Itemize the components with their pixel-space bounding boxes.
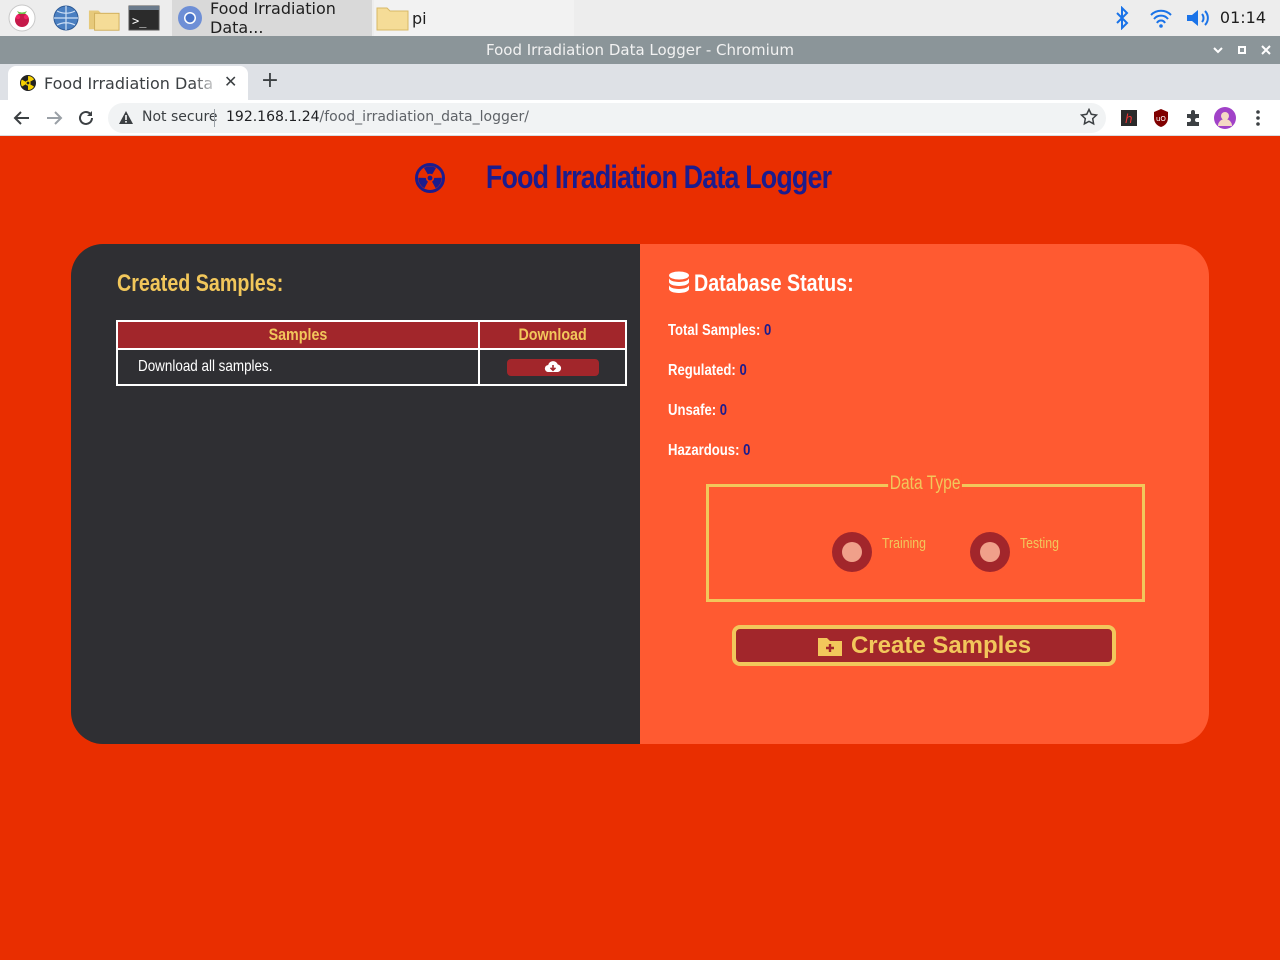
folder-plus-icon bbox=[817, 637, 842, 656]
wifi-icon[interactable] bbox=[1148, 0, 1174, 36]
extension-h-icon[interactable]: h bbox=[1118, 107, 1140, 129]
radio-training[interactable] bbox=[832, 532, 872, 572]
samples-table: Samples Download Download all samples. bbox=[115, 320, 627, 386]
download-cell bbox=[478, 348, 627, 386]
url-divider bbox=[214, 109, 215, 127]
stat-value: 0 bbox=[739, 362, 747, 379]
column-header-samples: Samples bbox=[115, 320, 481, 350]
table-header-row: Samples Download bbox=[115, 320, 627, 350]
browser-tab[interactable]: Food Irradiation Data Logger ✕ bbox=[8, 66, 248, 100]
new-tab-button[interactable]: + bbox=[258, 66, 282, 96]
address-bar[interactable]: Not secure 192.168.1.24/food_irradiation… bbox=[108, 103, 1106, 133]
chromium-icon bbox=[176, 4, 204, 32]
web-page: Food Irradiation Data Logger Created Sam… bbox=[0, 137, 1280, 960]
back-button[interactable] bbox=[8, 104, 36, 132]
tab-close-icon[interactable]: ✕ bbox=[224, 72, 237, 91]
close-window-icon[interactable] bbox=[1254, 36, 1278, 64]
maximize-icon[interactable] bbox=[1230, 36, 1254, 64]
window-title: Food Irradiation Data Logger - Chromium bbox=[486, 41, 794, 59]
minimize-icon[interactable] bbox=[1206, 36, 1230, 64]
page-header: Food Irradiation Data Logger bbox=[0, 159, 1280, 196]
database-icon bbox=[668, 271, 690, 297]
stat-unsafe: Unsafe: 0 bbox=[668, 402, 728, 419]
tab-title: Food Irradiation Data Logger bbox=[44, 74, 220, 93]
security-label[interactable]: Not secure bbox=[142, 109, 218, 125]
volume-icon[interactable] bbox=[1184, 0, 1214, 36]
clock: 01:14 bbox=[1219, 8, 1266, 27]
data-type-fieldset: Data Type Training Testing bbox=[706, 473, 1145, 602]
table-row: Download all samples. bbox=[115, 348, 627, 386]
radiation-icon bbox=[415, 162, 446, 193]
extensions-puzzle-icon[interactable] bbox=[1182, 107, 1204, 129]
browser-toolbar: Not secure 192.168.1.24/food_irradiation… bbox=[0, 100, 1280, 136]
os-taskbar: >_ Food Irradiation Data... pi 01:14 bbox=[0, 0, 1280, 37]
terminal-icon[interactable]: >_ bbox=[128, 2, 160, 34]
taskbar-task-chromium[interactable]: Food Irradiation Data... bbox=[172, 0, 372, 37]
main-card: Created Samples: Samples Download Downlo… bbox=[71, 244, 1209, 744]
stat-value: 0 bbox=[743, 442, 751, 459]
reload-button[interactable] bbox=[72, 104, 100, 132]
stat-regulated: Regulated: 0 bbox=[668, 362, 747, 379]
forward-button[interactable] bbox=[40, 104, 68, 132]
radiation-icon bbox=[20, 75, 36, 91]
warning-icon[interactable] bbox=[118, 110, 134, 129]
file-manager-icon[interactable] bbox=[88, 2, 120, 34]
taskbar-task-label: Food Irradiation Data... bbox=[210, 0, 336, 37]
bookmark-star-icon[interactable] bbox=[1079, 107, 1099, 130]
bluetooth-icon[interactable] bbox=[1110, 0, 1134, 36]
url-host: 192.168.1.24 bbox=[226, 109, 320, 125]
radio-testing[interactable] bbox=[970, 532, 1010, 572]
sample-description-cell: Download all samples. bbox=[115, 348, 481, 386]
column-header-download: Download bbox=[478, 320, 627, 350]
created-samples-heading: Created Samples: bbox=[117, 270, 284, 297]
stat-value: 0 bbox=[719, 402, 728, 419]
browser-menu-icon[interactable] bbox=[1247, 107, 1269, 129]
stat-total-samples: Total Samples: 0 bbox=[668, 322, 772, 339]
web-browser-icon[interactable] bbox=[50, 2, 82, 34]
url-path: /food_irradiation_data_logger/ bbox=[319, 109, 529, 125]
svg-text:uO: uO bbox=[1156, 115, 1166, 123]
stat-hazardous: Hazardous: 0 bbox=[668, 442, 751, 459]
data-type-legend: Data Type bbox=[888, 473, 963, 495]
create-samples-button[interactable]: Create Samples bbox=[732, 625, 1116, 666]
svg-text:>_: >_ bbox=[132, 14, 147, 28]
taskbar-task-folder[interactable]: pi bbox=[374, 0, 574, 36]
database-status-heading: Database Status: bbox=[668, 270, 889, 298]
database-status-title: Database Status: bbox=[694, 270, 854, 297]
create-samples-label: Create Samples bbox=[850, 631, 1032, 659]
profile-avatar-icon[interactable] bbox=[1214, 107, 1236, 129]
download-all-button[interactable] bbox=[506, 358, 599, 376]
radio-label-testing[interactable]: Testing bbox=[1020, 535, 1059, 552]
folder-icon bbox=[376, 4, 410, 32]
cloud-download-icon bbox=[544, 361, 561, 373]
created-samples-panel: Created Samples: Samples Download Downlo… bbox=[71, 244, 640, 744]
window-title-bar: Food Irradiation Data Logger - Chromium bbox=[0, 36, 1280, 64]
raspberry-menu-icon[interactable] bbox=[6, 2, 38, 34]
page-title: Food Irradiation Data Logger bbox=[486, 159, 832, 195]
database-status-panel: Database Status: Total Samples: 0 Regula… bbox=[640, 244, 1209, 744]
radio-label-training[interactable]: Training bbox=[882, 535, 926, 552]
stat-value: 0 bbox=[764, 322, 772, 339]
taskbar-task-label: pi bbox=[412, 8, 427, 28]
svg-text:h: h bbox=[1125, 112, 1133, 126]
url-text[interactable]: 192.168.1.24/food_irradiation_data_logge… bbox=[226, 109, 529, 125]
ublock-icon[interactable]: uO bbox=[1150, 107, 1172, 129]
tab-strip: Food Irradiation Data Logger ✕ + bbox=[0, 64, 1280, 100]
